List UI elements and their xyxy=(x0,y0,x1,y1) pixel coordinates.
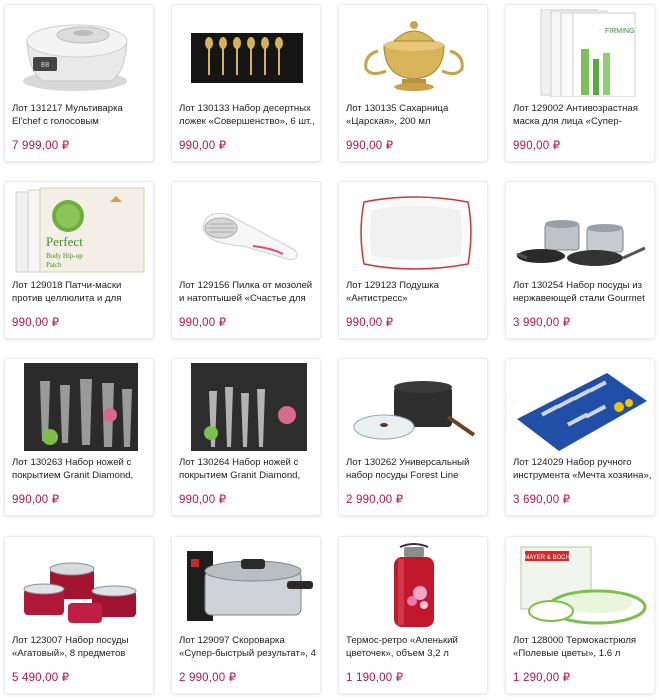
product-title: Лот 129097 Скороварка «Супер-быстрый рез… xyxy=(179,635,316,659)
foot-file-image xyxy=(177,186,317,274)
product-price: 3 690,00 ₽ xyxy=(513,494,571,506)
product-title: Лот 130254 Набор посуды из нержавеющей с… xyxy=(513,280,645,304)
product-price: 5 490,00 ₽ xyxy=(12,672,70,684)
product-title: Лот 128000 Термокастрюля «Полевые цветы»… xyxy=(513,635,637,659)
product-card[interactable]: Лот 129156 Пилка от мозолей и натоптышей… xyxy=(171,181,321,339)
product-price: 990,00 ₽ xyxy=(12,494,60,506)
product-card[interactable]: Термос-ретро «Аленький цветочек», объем … xyxy=(338,536,488,694)
product-title: Лот 129002 Антивозрастная маска для лица… xyxy=(513,103,638,127)
tool-set-image xyxy=(511,363,651,451)
product-card[interactable]: Лот 130262 Универсальный набор посуды Fo… xyxy=(338,358,488,516)
product-card[interactable]: Лот 123007 Набор посуды «Агатовый», 8 пр… xyxy=(4,536,154,694)
product-price: 990,00 ₽ xyxy=(179,140,227,152)
svg-text:Body Hip-up: Body Hip-up xyxy=(46,252,83,260)
product-price: 990,00 ₽ xyxy=(179,494,227,506)
product-title: Лот 123007 Набор посуды «Агатовый», 8 пр… xyxy=(12,635,129,659)
svg-text:Patch: Patch xyxy=(46,261,62,269)
product-price: 1 190,00 ₽ xyxy=(346,672,404,684)
pressure-cooker-image xyxy=(177,541,317,629)
thermos-image xyxy=(344,541,484,629)
product-title: Лот 124029 Набор ручного инструмента «Ме… xyxy=(513,457,652,481)
tools-brand-text: MAYER & BOCH xyxy=(524,555,570,561)
product-card[interactable]: MAYER & BOCH Лот 128000 Термокастрюля «П… xyxy=(505,536,655,694)
product-card[interactable]: Лот 130135 Сахарница «Царская», 200 мл 9… xyxy=(338,4,488,162)
product-title: Лот 129123 Подушка «Антистресс» xyxy=(346,280,440,304)
product-price: 7 999,00 ₽ xyxy=(12,140,70,152)
product-title: Лот 130133 Набор десертных ложек «Соверш… xyxy=(179,103,315,127)
product-title: Лот 129018 Патчи-маски против целлюлита … xyxy=(12,280,122,304)
product-title: Лот 130135 Сахарница «Царская», 200 мл xyxy=(346,103,449,127)
product-price: 1 290,00 ₽ xyxy=(513,672,571,684)
product-price: 2 990,00 ₽ xyxy=(346,494,404,506)
product-title: Лот 130264 Набор ножей с покрытием Grani… xyxy=(179,457,301,481)
product-title: Лот 129156 Пилка от мозолей и натоптышей… xyxy=(179,280,313,304)
svg-text:88: 88 xyxy=(41,62,49,70)
knife-set-image xyxy=(10,363,150,451)
product-card[interactable]: FIRMING Лот 129002 Антивозрастная маска … xyxy=(505,4,655,162)
sugar-bowl-image xyxy=(344,9,484,97)
steel-cookware-image xyxy=(511,186,651,274)
product-card[interactable]: Лот 130254 Набор посуды из нержавеющей с… xyxy=(505,181,655,339)
product-title: Лот 130263 Набор ножей с покрытием Grani… xyxy=(12,457,134,481)
multicooker-image: 88 xyxy=(10,9,150,97)
thermo-pot-image: MAYER & BOCH xyxy=(511,541,651,629)
spoons-image xyxy=(177,9,317,97)
product-price: 990,00 ₽ xyxy=(179,317,227,329)
product-price: 990,00 ₽ xyxy=(346,140,394,152)
product-card[interactable]: Лот 130263 Набор ножей с покрытием Grani… xyxy=(4,358,154,516)
product-card[interactable]: Лот 129097 Скороварка «Супер-быстрый рез… xyxy=(171,536,321,694)
product-title: Лот 130262 Универсальный набор посуды Fo… xyxy=(346,457,470,481)
product-grid: 88 Лот 131217 Мультиварка El'chef с голо… xyxy=(0,0,659,700)
product-card[interactable]: Лот 130264 Набор ножей с покрытием Grani… xyxy=(171,358,321,516)
product-card[interactable]: Лот 129123 Подушка «Антистресс» 990,00 ₽ xyxy=(338,181,488,339)
product-price: 2 990,00 ₽ xyxy=(179,672,237,684)
face-mask-image: FIRMING xyxy=(511,9,651,97)
product-card[interactable]: Perfect Body Hip-up Patch Лот 129018 Пат… xyxy=(4,181,154,339)
product-card[interactable]: Лот 130133 Набор десертных ложек «Соверш… xyxy=(171,4,321,162)
product-title: Лот 131217 Мультиварка El'chef с голосов… xyxy=(12,103,123,127)
product-card[interactable]: 88 Лот 131217 Мультиварка El'chef с голо… xyxy=(4,4,154,162)
forest-cookware-image xyxy=(344,363,484,451)
pillow-image xyxy=(344,186,484,274)
product-price: 990,00 ₽ xyxy=(513,140,561,152)
product-price: 990,00 ₽ xyxy=(346,317,394,329)
product-price: 3 990,00 ₽ xyxy=(513,317,571,329)
patch-brand-text: Perfect xyxy=(46,234,83,249)
mask-brand-text: FIRMING xyxy=(605,28,635,35)
red-cookware-image xyxy=(10,541,150,629)
knife-set-2-image xyxy=(177,363,317,451)
product-price: 990,00 ₽ xyxy=(12,317,60,329)
product-title: Термос-ретро «Аленький цветочек», объем … xyxy=(346,635,458,659)
patch-mask-image: Perfect Body Hip-up Patch xyxy=(10,186,150,274)
product-card[interactable]: Лот 124029 Набор ручного инструмента «Ме… xyxy=(505,358,655,516)
